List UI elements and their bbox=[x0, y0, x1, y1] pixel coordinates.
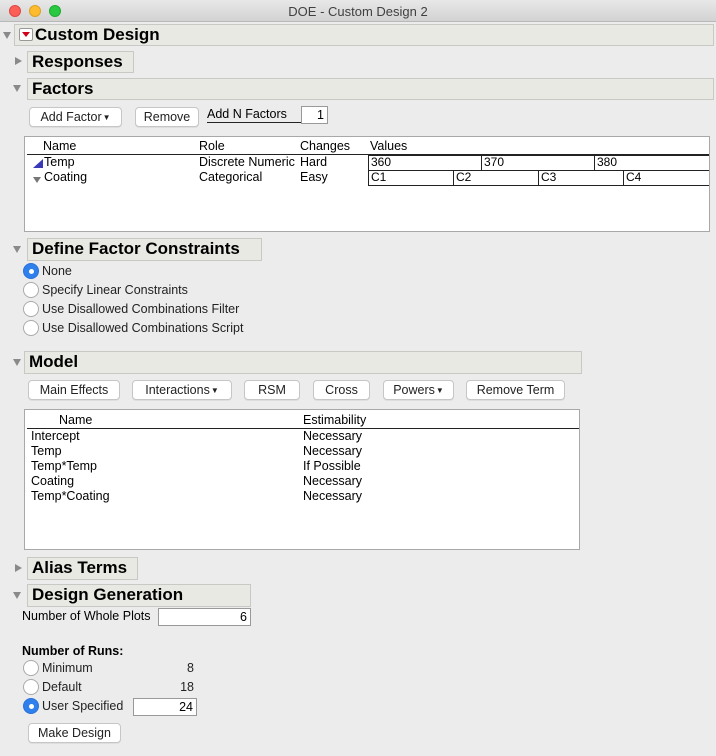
chevron-down-icon: ▼ bbox=[435, 386, 444, 395]
factor-role[interactable]: Categorical bbox=[199, 170, 262, 184]
radio-runs-minimum[interactable] bbox=[23, 660, 39, 676]
outline-alias-terms[interactable]: Alias Terms bbox=[27, 557, 138, 580]
term-estimability[interactable]: Necessary bbox=[303, 429, 362, 443]
radio-label: Use Disallowed Combinations Filter bbox=[42, 302, 240, 316]
outline-constraints-title: Define Factor Constraints bbox=[32, 239, 240, 258]
add-n-factors-input[interactable]: 1 bbox=[301, 106, 328, 124]
term-name[interactable]: Temp*Temp bbox=[31, 459, 97, 473]
factor-name[interactable]: Temp bbox=[44, 155, 75, 169]
factor-value[interactable]: 380 bbox=[594, 156, 709, 171]
disclosure-alias-terms-icon[interactable] bbox=[15, 564, 22, 572]
factor-role[interactable]: Discrete Numeric bbox=[199, 155, 295, 169]
disclosure-responses-icon[interactable] bbox=[15, 57, 22, 65]
col-header-role: Role bbox=[199, 139, 225, 153]
factor-value[interactable]: 360 bbox=[368, 156, 481, 171]
powers-button[interactable]: Powers▼ bbox=[383, 380, 454, 400]
term-name[interactable]: Temp bbox=[31, 444, 62, 458]
outline-design-generation: Design Generation bbox=[27, 584, 251, 607]
chevron-down-icon: ▼ bbox=[102, 113, 111, 122]
outline-responses-title: Responses bbox=[32, 52, 123, 71]
factor-value[interactable]: C4 bbox=[623, 171, 709, 186]
whole-plots-input[interactable]: 6 bbox=[158, 608, 251, 626]
col-header-name: Name bbox=[43, 139, 77, 153]
col-header-changes: Changes bbox=[300, 139, 351, 153]
model-terms-table: Name Estimability Intercept Necessary Tem… bbox=[24, 409, 580, 550]
continuous-triangle-icon bbox=[33, 159, 43, 168]
outline-custom-design-title: Custom Design bbox=[35, 25, 160, 44]
remove-factor-button[interactable]: Remove bbox=[135, 107, 199, 127]
runs-default-value: 18 bbox=[180, 680, 194, 694]
radio-label: Default bbox=[42, 680, 82, 694]
factor-value[interactable]: C1 bbox=[368, 171, 453, 186]
factor-changes[interactable]: Easy bbox=[300, 170, 328, 184]
term-estimability[interactable]: Necessary bbox=[303, 489, 362, 503]
runs-minimum-value: 8 bbox=[187, 661, 194, 675]
radio-constraint-none[interactable] bbox=[23, 263, 39, 279]
rsm-button[interactable]: RSM bbox=[244, 380, 300, 400]
outline-constraints: Define Factor Constraints bbox=[27, 238, 262, 261]
radio-constraint-script[interactable] bbox=[23, 320, 39, 336]
radio-label: User Specified bbox=[42, 699, 124, 713]
factor-value[interactable]: C2 bbox=[453, 171, 538, 186]
outline-responses[interactable]: Responses bbox=[27, 51, 134, 73]
term-name[interactable]: Intercept bbox=[31, 429, 80, 443]
term-name[interactable]: Temp*Coating bbox=[31, 489, 110, 503]
remove-term-button[interactable]: Remove Term bbox=[466, 380, 565, 400]
term-estimability[interactable]: If Possible bbox=[303, 459, 361, 473]
col-header-values: Values bbox=[370, 139, 408, 153]
factor-name[interactable]: Coating bbox=[44, 170, 87, 184]
term-estimability[interactable]: Necessary bbox=[303, 444, 362, 458]
outline-factors: Factors bbox=[27, 78, 714, 100]
radio-runs-user-specified[interactable] bbox=[23, 698, 39, 714]
window-title: DOE - Custom Design 2 bbox=[288, 4, 428, 19]
main-effects-button[interactable]: Main Effects bbox=[28, 380, 120, 400]
outline-design-generation-title: Design Generation bbox=[32, 585, 184, 604]
radio-label: Minimum bbox=[42, 661, 93, 675]
outline-alias-terms-title: Alias Terms bbox=[32, 558, 128, 577]
disclosure-constraints-icon[interactable] bbox=[13, 246, 21, 253]
outline-factors-title: Factors bbox=[32, 79, 94, 98]
outline-model-title: Model bbox=[29, 352, 79, 371]
disclosure-factors-icon[interactable] bbox=[13, 85, 21, 92]
radio-label: Use Disallowed Combinations Script bbox=[42, 321, 244, 335]
outline-model: Model bbox=[24, 351, 582, 374]
disclosure-model-icon[interactable] bbox=[13, 359, 21, 366]
cross-button[interactable]: Cross bbox=[313, 380, 370, 400]
categorical-icon bbox=[33, 177, 41, 183]
col-header-name: Name bbox=[59, 413, 93, 427]
factor-value[interactable]: 370 bbox=[481, 156, 594, 171]
radio-label: None bbox=[42, 264, 72, 278]
factor-value[interactable]: C3 bbox=[538, 171, 623, 186]
outline-custom-design: Custom Design bbox=[14, 24, 714, 46]
col-header-estimability: Estimability bbox=[303, 413, 367, 427]
term-estimability[interactable]: Necessary bbox=[303, 474, 362, 488]
add-n-factors-label: Add N Factors bbox=[207, 106, 301, 123]
add-factor-button[interactable]: Add Factor▼ bbox=[29, 107, 122, 127]
runs-heading: Number of Runs: bbox=[22, 644, 124, 658]
title-bar: DOE - Custom Design 2 bbox=[0, 0, 716, 22]
radio-constraint-linear[interactable] bbox=[23, 282, 39, 298]
term-name[interactable]: Coating bbox=[31, 474, 74, 488]
interactions-button[interactable]: Interactions▼ bbox=[132, 380, 232, 400]
make-design-button[interactable]: Make Design bbox=[28, 723, 121, 743]
whole-plots-label: Number of Whole Plots bbox=[22, 609, 151, 623]
disclosure-design-generation-icon[interactable] bbox=[13, 592, 21, 599]
radio-runs-default[interactable] bbox=[23, 679, 39, 695]
radio-label: Specify Linear Constraints bbox=[42, 283, 188, 297]
factor-changes[interactable]: Hard bbox=[300, 155, 327, 169]
runs-user-specified-input[interactable]: 24 bbox=[133, 698, 197, 716]
radio-constraint-filter[interactable] bbox=[23, 301, 39, 317]
disclosure-custom-design-icon[interactable] bbox=[3, 32, 11, 39]
value-bottom-rule bbox=[368, 185, 709, 186]
chevron-down-icon: ▼ bbox=[210, 386, 219, 395]
factors-table: Name Role Changes Values Temp Discrete N… bbox=[24, 136, 710, 232]
red-triangle-menu-icon[interactable] bbox=[19, 28, 33, 41]
